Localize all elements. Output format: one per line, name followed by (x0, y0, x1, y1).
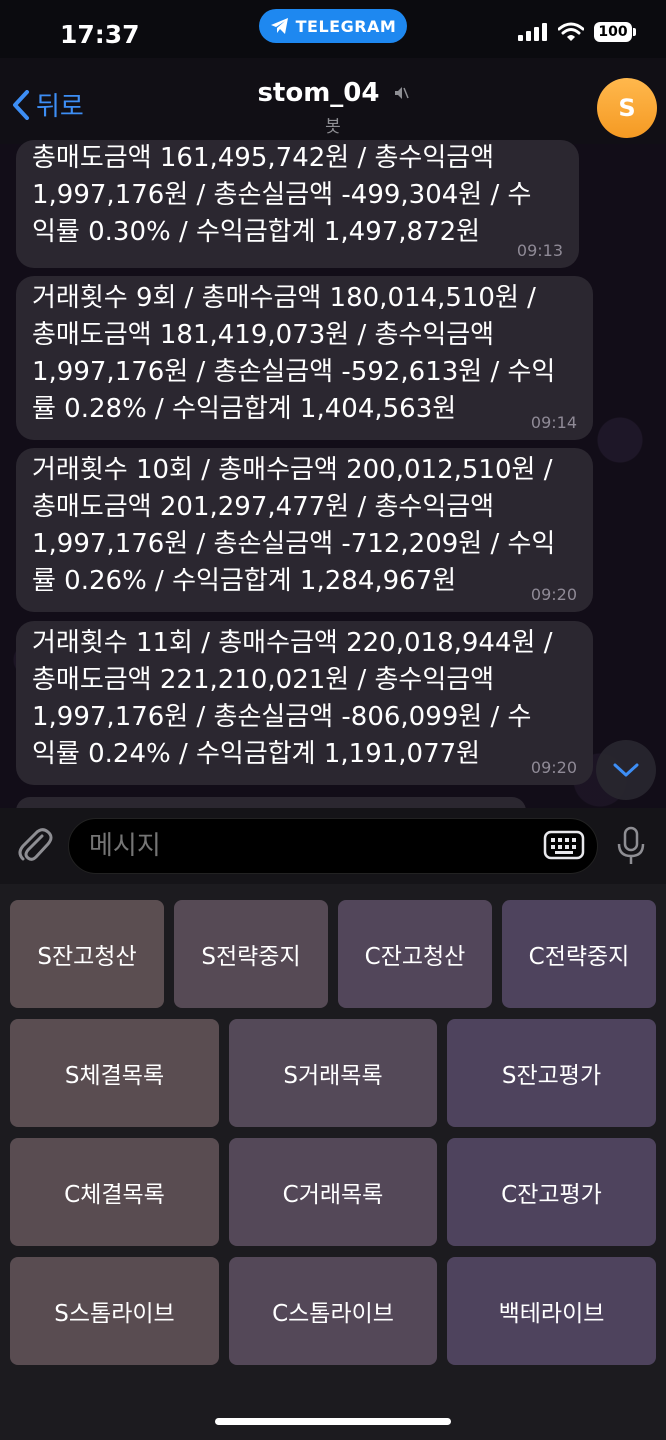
message-bubble[interactable]: 거래횟수 10회 / 총매수금액 200,012,510원 / 총매도금액 20… (16, 448, 593, 612)
muted-icon (394, 87, 409, 99)
message-bubble[interactable]: 거래횟수 11회 / 총매수금액 220,018,944원 / 총매도금액 22… (16, 621, 593, 785)
scroll-down-button[interactable] (596, 740, 656, 800)
input-bar (0, 808, 666, 884)
message-time: 09:13 (516, 241, 563, 260)
kb-button-s-strategy-stop[interactable]: S전략중지 (174, 900, 328, 1008)
paperclip-icon[interactable] (16, 826, 54, 866)
battery-icon: 100 (594, 22, 636, 42)
kb-button-s-trade-list[interactable]: S거래목록 (229, 1019, 437, 1127)
message-text: 총매도금액 161,495,742원 / 총수익금액 1,997,176원 / … (32, 143, 532, 247)
home-indicator[interactable] (215, 1418, 451, 1425)
bot-keyboard: S잔고청산 S전략중지 C잔고청산 C전략중지 S체결목록 S거래목록 S잔고평… (0, 884, 666, 1440)
chevron-down-icon (613, 763, 639, 777)
telegram-label: TELEGRAM (295, 16, 397, 36)
message-input[interactable] (68, 818, 598, 874)
kb-button-s-storm-live[interactable]: S스톰라이브 (10, 1257, 219, 1365)
message-text: 거래횟수 11회 / 총매수금액 220,018,944원 / 총매도금액 22… (32, 628, 553, 769)
avatar[interactable]: S (597, 78, 657, 138)
microphone-icon[interactable] (615, 826, 647, 866)
message-bubble[interactable]: 거래횟수 9회 / 총매수금액 180,014,510원 / 총매도금액 181… (16, 276, 593, 440)
message-time: 09:14 (530, 413, 577, 432)
signal-icon (518, 23, 547, 41)
kb-button-s-execution-list[interactable]: S체결목록 (10, 1019, 219, 1127)
status-time: 17:37 (60, 20, 140, 49)
kb-button-c-storm-live[interactable]: C스톰라이브 (229, 1257, 437, 1365)
kb-button-s-balance-eval[interactable]: S잔고평가 (447, 1019, 656, 1127)
kb-button-s-balance-liquidate[interactable]: S잔고청산 (10, 900, 164, 1008)
message-time: 09:20 (530, 758, 577, 777)
kb-button-c-strategy-stop[interactable]: C전략중지 (502, 900, 656, 1008)
chat-title-text: stom_04 (257, 78, 380, 108)
kb-button-backtest-live[interactable]: 백테라이브 (447, 1257, 656, 1365)
message-text: 거래횟수 9회 / 총매수금액 180,014,510원 / 총매도금액 181… (32, 283, 556, 424)
status-bar: 17:37 TELEGRAM 100 (0, 0, 666, 58)
kb-button-c-trade-list[interactable]: C거래목록 (229, 1138, 437, 1246)
wifi-icon (558, 22, 584, 41)
message-text: 거래횟수 10회 / 총매수금액 200,012,510원 / 총매도금액 20… (32, 455, 556, 596)
message-time: 09:20 (530, 585, 577, 604)
kb-button-c-execution-list[interactable]: C체결목록 (10, 1138, 219, 1246)
telegram-return-pill[interactable]: TELEGRAM (259, 9, 407, 43)
telegram-icon (270, 18, 288, 34)
keyboard-icon[interactable] (543, 830, 585, 860)
chat-subtitle: 봇 (325, 117, 341, 137)
chat-title[interactable]: stom_04 (0, 78, 666, 108)
kb-button-c-balance-liquidate[interactable]: C잔고청산 (338, 900, 492, 1008)
message-bubble[interactable]: 총매도금액 161,495,742원 / 총수익금액 1,997,176원 / … (16, 140, 579, 268)
chat-header: 뒤로 stom_04 봇 S (0, 58, 666, 144)
kb-button-c-balance-eval[interactable]: C잔고평가 (447, 1138, 656, 1246)
